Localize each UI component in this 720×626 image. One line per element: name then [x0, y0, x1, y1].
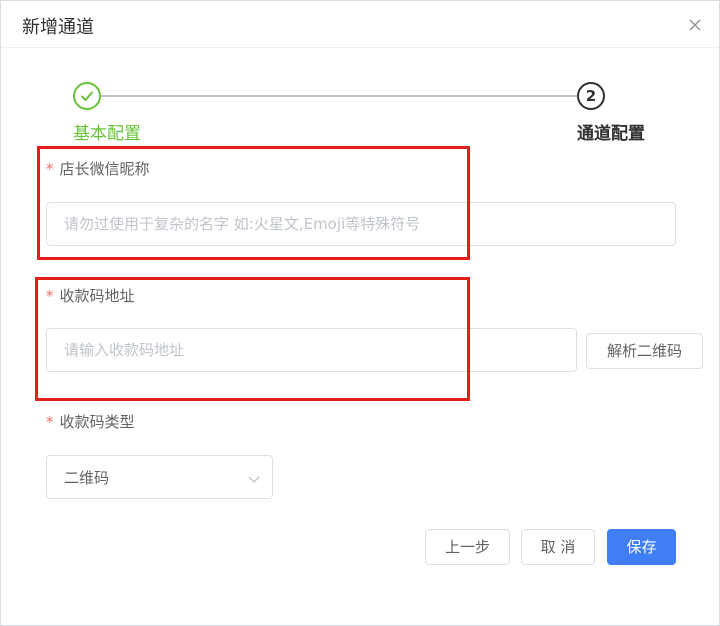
required-mark: *	[46, 287, 54, 305]
prev-step-button[interactable]: 上一步	[425, 529, 510, 565]
qrcode-url-input[interactable]	[46, 328, 577, 372]
qrcode-type-label: * 收款码类型	[46, 411, 135, 432]
close-icon[interactable]	[687, 17, 703, 33]
required-mark: *	[46, 160, 54, 178]
step-connector	[99, 95, 577, 97]
nickname-label: * 店长微信昵称	[46, 158, 150, 179]
step-2-number-icon: 2	[577, 82, 605, 110]
required-mark: *	[46, 413, 54, 431]
qrcode-type-label-text: 收款码类型	[59, 413, 135, 431]
step-1-check-icon	[73, 82, 101, 110]
dialog-title: 新增通道	[22, 17, 94, 38]
cancel-button[interactable]: 取 消	[521, 529, 595, 565]
parse-qrcode-button[interactable]: 解析二维码	[586, 333, 703, 369]
step-2-number: 2	[585, 87, 597, 105]
step-1-title: 基本配置	[73, 124, 141, 144]
chevron-down-icon	[247, 471, 261, 490]
save-button[interactable]: 保存	[607, 529, 676, 565]
add-channel-dialog: 新增通道 基本配置 2 通道配置 * 店长微信昵称 * 收款码地址 解析二维码 * 收…	[0, 0, 720, 626]
nickname-label-text: 店长微信昵称	[59, 160, 150, 178]
qrcode-type-selected: 二维码	[64, 469, 110, 487]
steps-indicator: 基本配置 2 通道配置	[1, 79, 719, 149]
dialog-header: 新增通道	[1, 1, 719, 48]
qrcode-url-label: * 收款码地址	[46, 285, 135, 306]
qrcode-type-select[interactable]: 二维码	[46, 455, 273, 499]
qrcode-url-label-text: 收款码地址	[59, 287, 135, 305]
step-2-title: 通道配置	[577, 124, 645, 144]
nickname-input[interactable]	[46, 202, 676, 246]
